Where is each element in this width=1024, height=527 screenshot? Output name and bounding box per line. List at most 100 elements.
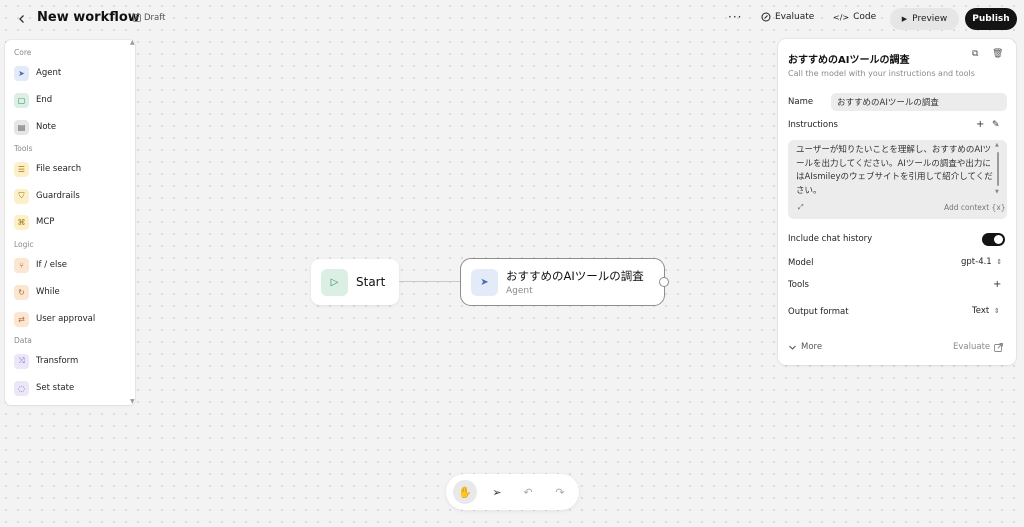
palette-scroll-up-icon[interactable]: ▲ (130, 39, 135, 46)
draft-badge[interactable]: Draft (133, 13, 165, 23)
palette-item-set-state[interactable]: ◌ Set state (14, 379, 74, 397)
palette-item-label: End (36, 95, 53, 105)
palette-item-agent[interactable]: ➤ Agent (14, 64, 61, 82)
palette-item-label: Guardrails (36, 191, 80, 201)
model-value: gpt-4.1 (961, 257, 992, 267)
agent-node-type: Agent (506, 286, 533, 296)
palette-item-if-else[interactable]: ⑂ If / else (14, 256, 67, 274)
palette-item-label: File search (36, 164, 82, 174)
inspector-panel: おすすめのAIツールの調査 ⧉ 🗑 Call the model with yo… (778, 39, 1016, 365)
more-label: More (801, 342, 823, 352)
name-label: Name (788, 97, 814, 107)
code-icon: </> (833, 12, 850, 22)
agent-pointer-icon: ➤ (14, 65, 29, 81)
add-context-button[interactable]: Add context {x} (944, 203, 1006, 212)
external-link-icon (994, 342, 1004, 352)
database-icon: ☰ (14, 161, 29, 177)
undo-button[interactable]: ↶ (516, 480, 540, 504)
hand-tool-button[interactable]: ✋ (453, 480, 477, 504)
more-toggle[interactable]: More (788, 342, 822, 352)
palette-item-note[interactable]: ▤ Note (14, 118, 56, 136)
node-palette: ▲ Core ➤ Agent ▢ End ▤ Note Tools ☰ File… (5, 39, 135, 405)
instructions-text: ユーザーが知りたいことを理解し、おすすめのAIツールを出力してください。AIツー… (796, 145, 993, 196)
agent-node[interactable]: ➤ おすすめのAIツールの調査 Agent (460, 258, 665, 306)
evaluate-label: Evaluate (775, 12, 815, 22)
workflow-title[interactable]: New workflow (37, 10, 140, 25)
palette-scroll-down-icon[interactable]: ▼ (130, 398, 135, 405)
palette-item-label: While (36, 287, 60, 297)
connection-edge[interactable] (399, 281, 461, 282)
section-label-logic: Logic (14, 240, 34, 249)
end-square-icon: ▢ (14, 92, 29, 108)
magic-wand-icon[interactable]: ✎ (992, 120, 1000, 130)
state-icon: ◌ (14, 380, 29, 396)
chevron-left-icon (19, 15, 24, 23)
code-button[interactable]: </> Code (833, 12, 876, 22)
palette-item-mcp[interactable]: ⌘ MCP (14, 213, 54, 231)
palette-item-label: If / else (36, 260, 68, 270)
palette-item-user-approval[interactable]: ⇄ User approval (14, 310, 95, 328)
hand-icon: ✋ (458, 485, 472, 499)
add-tool-icon[interactable]: + (993, 279, 1001, 290)
palette-item-label: MCP (36, 217, 55, 227)
shuffle-icon: ⤨ (14, 353, 29, 369)
include-history-label: Include chat history (788, 234, 873, 244)
model-label: Model (788, 258, 814, 268)
output-format-label: Output format (788, 307, 849, 317)
branch-icon: ⑂ (14, 257, 29, 273)
include-history-toggle[interactable] (982, 233, 1005, 246)
canvas-toolbar: ✋ ➢ ↶ ↷ (446, 474, 579, 510)
chevron-updown-icon: ⇕ (996, 258, 1003, 266)
section-label-data: Data (14, 336, 32, 345)
more-options-button[interactable]: ··· (728, 10, 742, 24)
palette-item-label: Note (36, 122, 57, 132)
palette-item-end[interactable]: ▢ End (14, 91, 52, 109)
evaluate-link[interactable]: Evaluate (953, 342, 1004, 352)
play-outline-icon: ▷ (321, 268, 348, 296)
agent-pointer-icon: ➤ (471, 268, 498, 296)
shield-icon: ⛉ (14, 188, 29, 204)
textarea-scroll-up-icon[interactable]: ▲ (995, 142, 999, 148)
toggle-knob (994, 235, 1003, 244)
publish-button[interactable]: Publish (965, 8, 1017, 30)
start-node-label: Start (356, 275, 386, 289)
palette-item-file-search[interactable]: ☰ File search (14, 160, 81, 178)
palette-item-label: Transform (36, 356, 79, 366)
start-node[interactable]: ▷ Start (311, 259, 399, 305)
back-button[interactable] (14, 11, 30, 27)
palette-item-transform[interactable]: ⤨ Transform (14, 352, 78, 370)
note-icon: ▤ (14, 119, 29, 135)
agent-node-text: おすすめのAIツールの調査 Agent (506, 268, 644, 296)
copy-icon[interactable]: ⧉ (972, 49, 978, 59)
tools-label: Tools (788, 280, 809, 290)
expand-icon[interactable]: ⤢ (798, 203, 804, 212)
inspector-subtitle: Call the model with your instructions an… (788, 69, 975, 78)
output-format-select[interactable]: Text ⇕ (972, 306, 1000, 316)
loop-icon: ↻ (14, 284, 29, 300)
model-select[interactable]: gpt-4.1 ⇕ (961, 257, 1002, 267)
output-handle[interactable] (659, 277, 669, 287)
palette-item-label: Set state (36, 383, 75, 393)
agent-node-name: おすすめのAIツールの調査 (506, 269, 644, 283)
evaluate-button[interactable]: Evaluate (761, 12, 814, 22)
name-field[interactable]: おすすめのAIツールの調査 (831, 93, 1007, 111)
textarea-scroll-down-icon[interactable]: ▼ (995, 189, 999, 195)
section-label-core: Core (14, 48, 32, 57)
output-format-value: Text (972, 306, 990, 316)
chevron-updown-icon: ⇕ (993, 307, 1000, 315)
preview-label: Preview (912, 14, 948, 24)
redo-button[interactable]: ↷ (548, 480, 572, 504)
code-label: Code (853, 12, 877, 22)
preview-button[interactable]: ▶ Preview (890, 8, 959, 30)
trash-icon[interactable]: 🗑 (992, 49, 1003, 59)
instructions-textarea[interactable]: ユーザーが知りたいことを理解し、おすすめのAIツールを出力してください。AIツー… (788, 140, 1007, 219)
draft-label: Draft (144, 13, 166, 23)
textarea-scrollbar[interactable] (997, 152, 999, 186)
pointer-tool-button[interactable]: ➢ (485, 480, 509, 504)
section-label-tools: Tools (14, 144, 33, 153)
palette-item-guardrails[interactable]: ⛉ Guardrails (14, 187, 80, 205)
add-instruction-icon[interactable]: + (976, 119, 984, 130)
redo-icon: ↷ (555, 485, 565, 499)
instructions-label: Instructions (788, 120, 838, 130)
palette-item-while[interactable]: ↻ While (14, 283, 60, 301)
